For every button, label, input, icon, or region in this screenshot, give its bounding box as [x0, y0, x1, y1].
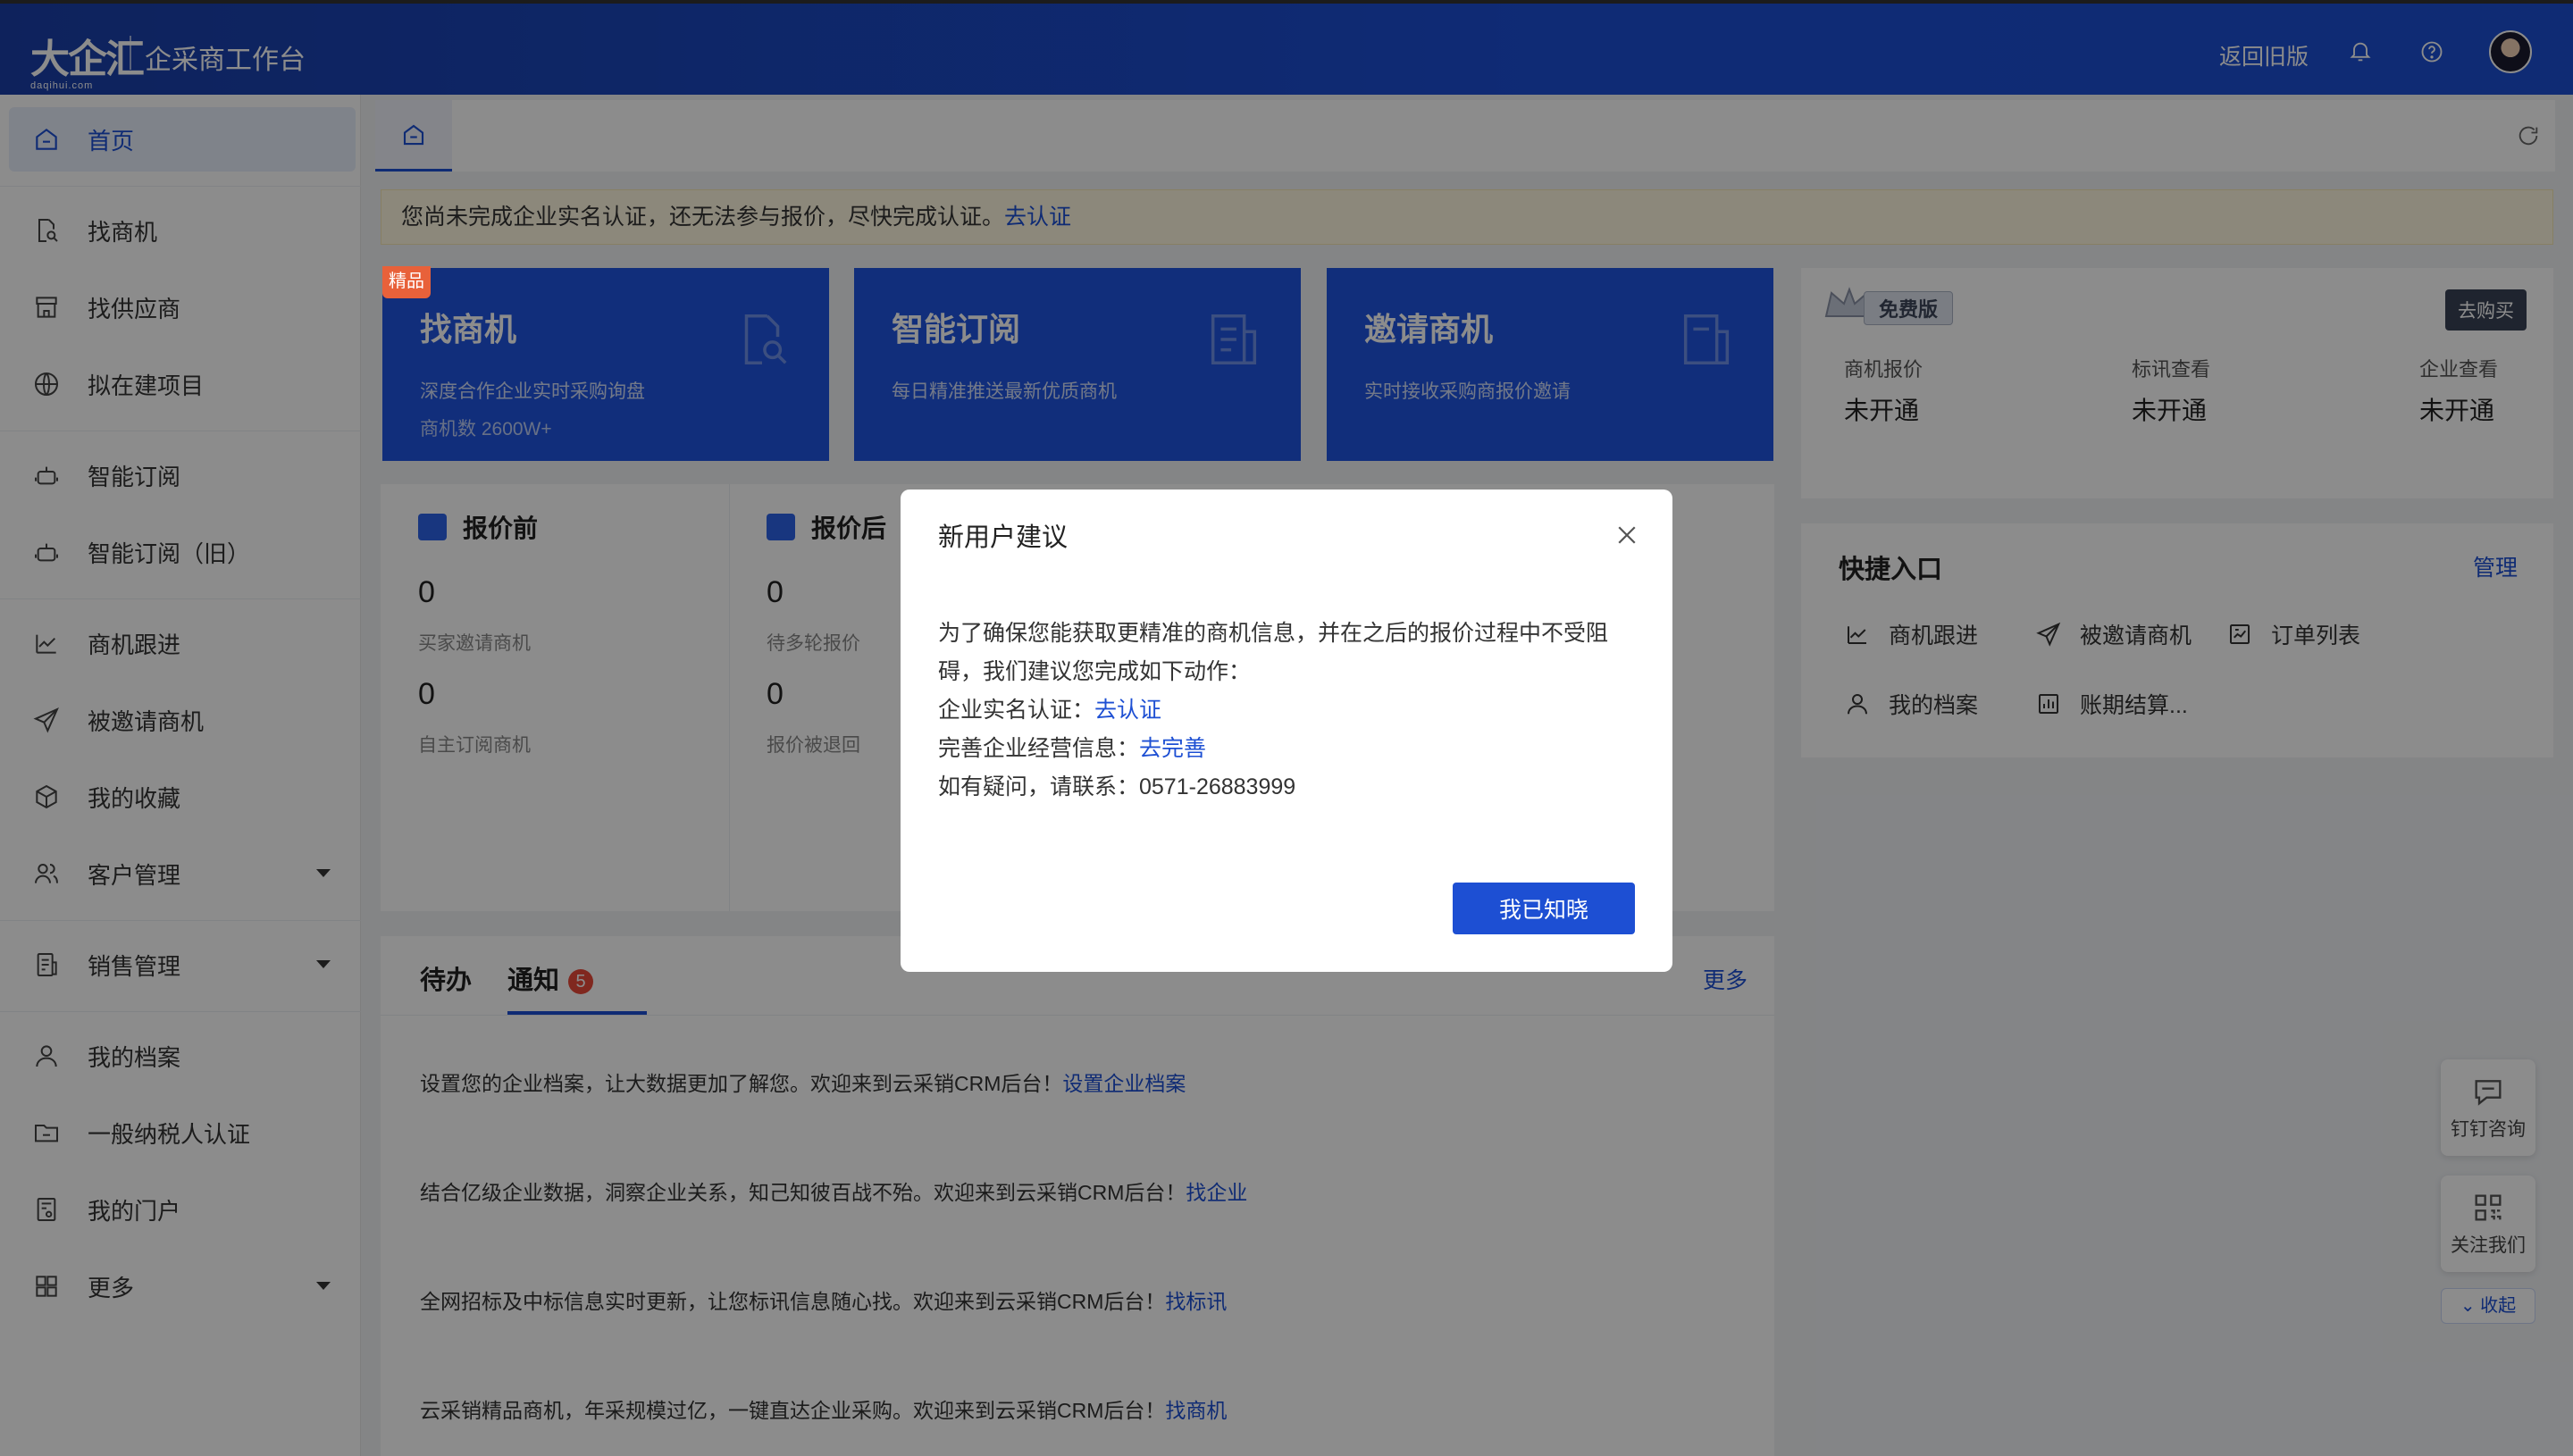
verify-label: 企业实名认证：: [938, 698, 1095, 723]
verify-link[interactable]: 去认证: [1094, 698, 1161, 723]
new-user-dialog: 新用户建议 为了确保您能获取更精准的商机信息，并在之后的报价过程中不受阻碍，我们…: [901, 490, 1672, 972]
dialog-title: 新用户建议: [938, 523, 1069, 552]
info-link[interactable]: 去完善: [1139, 736, 1206, 761]
dialog-contact: 如有疑问，请联系：0571-26883999: [938, 774, 1296, 799]
info-label: 完善企业经营信息：: [938, 736, 1140, 761]
dialog-body: 为了确保您能获取更精准的商机信息，并在之后的报价过程中不受阻碍，我们建议您完成如…: [938, 615, 1644, 807]
close-icon[interactable]: [1613, 522, 1640, 548]
premium-badge: 精品: [382, 266, 431, 298]
acknowledge-button[interactable]: 我已知晓: [1453, 883, 1635, 934]
dialog-verify-row: 企业实名认证：去认证: [938, 691, 1644, 730]
dialog-info-row: 完善企业经营信息：去完善: [938, 730, 1644, 768]
dialog-intro: 为了确保您能获取更精准的商机信息，并在之后的报价过程中不受阻碍，我们建议您完成如…: [938, 621, 1609, 684]
